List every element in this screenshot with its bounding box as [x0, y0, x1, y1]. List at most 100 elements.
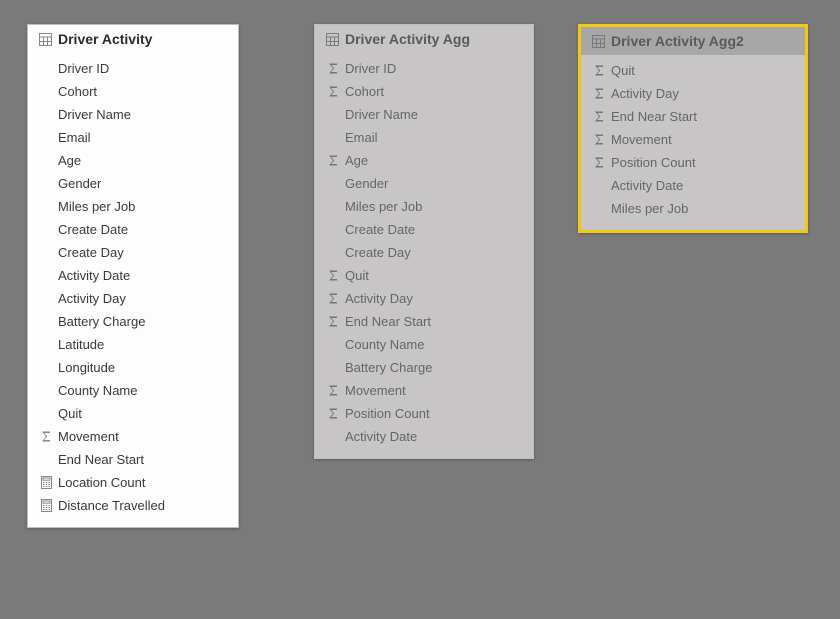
- field-row[interactable]: Gender: [36, 172, 230, 195]
- blank-icon: [323, 337, 343, 353]
- field-row[interactable]: Battery Charge: [36, 310, 230, 333]
- field-row[interactable]: Create Date: [36, 218, 230, 241]
- field-row[interactable]: County Name: [323, 333, 525, 356]
- field-row[interactable]: Quit: [36, 402, 230, 425]
- field-label: Location Count: [56, 475, 145, 490]
- field-row[interactable]: Activity Day: [589, 82, 797, 105]
- blank-icon: [36, 337, 56, 353]
- field-label: Create Date: [343, 222, 415, 237]
- field-row[interactable]: Age: [36, 149, 230, 172]
- field-row[interactable]: Quit: [589, 59, 797, 82]
- field-label: Email: [343, 130, 378, 145]
- field-row[interactable]: Longitude: [36, 356, 230, 379]
- table-header[interactable]: Driver Activity: [28, 25, 238, 53]
- field-list: Quit Activity Day End Near StartMovementPo…: [581, 55, 805, 230]
- field-row[interactable]: Email: [323, 126, 525, 149]
- table-icon: [589, 33, 607, 49]
- field-row[interactable]: Activity Date: [323, 425, 525, 448]
- blank-icon: [323, 130, 343, 146]
- table-card-driver-activity-agg[interactable]: Driver Activity Agg Driver ID Cohort Drive…: [314, 24, 534, 459]
- field-label: Activity Date: [343, 429, 417, 444]
- blank-icon: [323, 107, 343, 123]
- field-label: Gender: [56, 176, 101, 191]
- field-row[interactable]: End Near Start: [589, 105, 797, 128]
- field-row[interactable]: Latitude: [36, 333, 230, 356]
- field-row[interactable]: Driver ID: [323, 57, 525, 80]
- sigma-icon: [323, 153, 343, 169]
- table-title: Driver Activity Agg2: [611, 33, 744, 49]
- field-row[interactable]: Miles per Job: [589, 197, 797, 220]
- field-row[interactable]: Driver Name: [36, 103, 230, 126]
- sigma-icon: [589, 109, 609, 125]
- table-icon: [36, 31, 54, 47]
- field-row[interactable]: Email: [36, 126, 230, 149]
- field-label: Gender: [343, 176, 388, 191]
- field-label: Movement: [56, 429, 119, 444]
- field-row[interactable]: Gender: [323, 172, 525, 195]
- field-row[interactable]: Activity Date: [36, 264, 230, 287]
- field-row[interactable]: Location Count: [36, 471, 230, 494]
- field-label: Movement: [343, 383, 406, 398]
- field-label: Email: [56, 130, 91, 145]
- field-row[interactable]: Movement: [36, 425, 230, 448]
- table-title: Driver Activity Agg: [345, 31, 470, 47]
- field-label: Cohort: [343, 84, 384, 99]
- table-header[interactable]: Driver Activity Agg2: [581, 27, 805, 55]
- field-row[interactable]: Distance Travelled: [36, 494, 230, 517]
- field-label: Battery Charge: [56, 314, 145, 329]
- field-label: Latitude: [56, 337, 104, 352]
- field-row[interactable]: Create Date: [323, 218, 525, 241]
- field-label: Driver Name: [56, 107, 131, 122]
- field-row[interactable]: Movement: [589, 128, 797, 151]
- field-row[interactable]: Position Count: [323, 402, 525, 425]
- blank-icon: [323, 199, 343, 215]
- field-row[interactable]: Age: [323, 149, 525, 172]
- field-row[interactable]: End Near Start: [323, 310, 525, 333]
- blank-icon: [323, 245, 343, 261]
- field-label: Driver ID: [56, 61, 109, 76]
- blank-icon: [36, 153, 56, 169]
- blank-icon: [36, 84, 56, 100]
- blank-icon: [36, 245, 56, 261]
- blank-icon: [36, 268, 56, 284]
- blank-icon: [323, 429, 343, 445]
- sigma-icon: [323, 84, 343, 100]
- field-row[interactable]: County Name: [36, 379, 230, 402]
- field-row[interactable]: Miles per Job: [323, 195, 525, 218]
- field-row[interactable]: Activity Day: [323, 287, 525, 310]
- field-label: Miles per Job: [56, 199, 135, 214]
- field-row[interactable]: Quit: [323, 264, 525, 287]
- calculator-icon: [36, 475, 56, 491]
- field-label: Activity Day: [56, 291, 126, 306]
- field-label: End Near Start: [343, 314, 431, 329]
- model-canvas[interactable]: Driver Activity Driver ID Cohort Driver Na…: [0, 0, 840, 619]
- field-row[interactable]: Driver Name: [323, 103, 525, 126]
- field-row[interactable]: Position Count: [589, 151, 797, 174]
- field-label: Activity Day: [609, 86, 679, 101]
- table-card-driver-activity[interactable]: Driver Activity Driver ID Cohort Driver Na…: [27, 24, 239, 528]
- field-label: Activity Date: [56, 268, 130, 283]
- field-row[interactable]: End Near Start: [36, 448, 230, 471]
- field-row[interactable]: Driver ID: [36, 57, 230, 80]
- blank-icon: [323, 360, 343, 376]
- field-label: Distance Travelled: [56, 498, 165, 513]
- field-row[interactable]: Cohort: [36, 80, 230, 103]
- field-label: Quit: [56, 406, 82, 421]
- blank-icon: [36, 130, 56, 146]
- sigma-icon: [589, 132, 609, 148]
- field-row[interactable]: Battery Charge: [323, 356, 525, 379]
- field-row[interactable]: Activity Day: [36, 287, 230, 310]
- field-row[interactable]: Cohort: [323, 80, 525, 103]
- sigma-icon: [589, 155, 609, 171]
- sigma-icon: [589, 86, 609, 102]
- field-row[interactable]: Create Day: [323, 241, 525, 264]
- field-label: Longitude: [56, 360, 115, 375]
- field-row[interactable]: Movement: [323, 379, 525, 402]
- calculator-icon: [36, 498, 56, 514]
- blank-icon: [36, 452, 56, 468]
- field-row[interactable]: Create Day: [36, 241, 230, 264]
- field-row[interactable]: Miles per Job: [36, 195, 230, 218]
- table-header[interactable]: Driver Activity Agg: [315, 25, 533, 53]
- field-row[interactable]: Activity Date: [589, 174, 797, 197]
- table-card-driver-activity-agg2[interactable]: Driver Activity Agg2 Quit Activity Day End…: [578, 24, 808, 233]
